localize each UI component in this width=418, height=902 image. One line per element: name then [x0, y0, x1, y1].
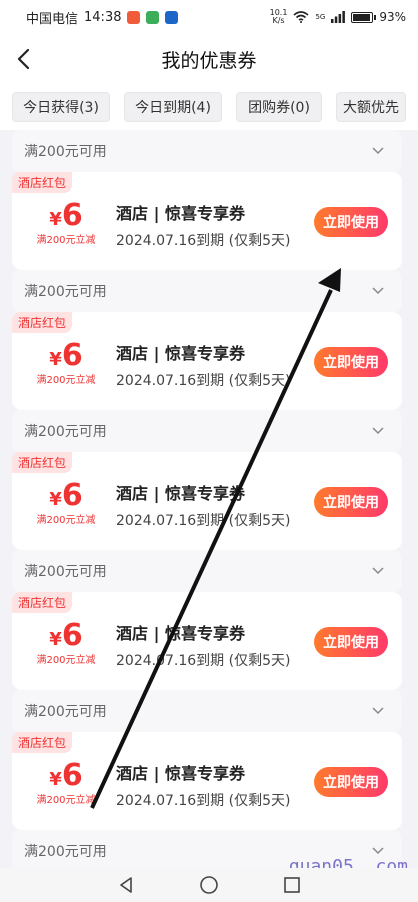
system-nav-bar — [0, 868, 418, 902]
status-bar: 中国电信 14:38 10.1 K/s 5G 93% — [0, 0, 418, 34]
coupon-list: 满200元可用 酒店红包 ¥6 满200元立减 酒店 | 惊喜专享券 2024.… — [12, 130, 402, 872]
currency-symbol: ¥ — [49, 209, 62, 230]
carrier-label: 中国电信 — [26, 11, 79, 27]
coupon-title: 酒店 | 惊喜专享券 — [116, 344, 245, 363]
wifi-icon — [293, 11, 309, 23]
coupon-amount: ¥6 满200元立减 — [26, 198, 106, 246]
filter-chip-today-expiring[interactable]: 今日到期(4) — [124, 92, 222, 122]
coupon-condition: 满200元立减 — [36, 655, 96, 666]
filter-chip-large-first[interactable]: 大额优先 — [336, 92, 406, 122]
coupon-amount: ¥6 满200元立减 — [26, 618, 106, 666]
coupon-amount: ¥6 满200元立减 — [26, 338, 106, 386]
status-left: 中国电信 14:38 — [26, 8, 179, 27]
filter-chip-today-received[interactable]: 今日获得(3) — [12, 92, 110, 122]
coupon-value: 6 — [61, 758, 83, 793]
coupon-expire: 2024.07.16到期 (仅剩5天) — [116, 793, 291, 809]
limit-row[interactable]: 满200元可用 — [12, 690, 402, 732]
status-right: 10.1 K/s 5G 93% — [270, 9, 406, 25]
chevron-down-icon — [372, 567, 384, 575]
limit-row[interactable]: 满200元可用 — [12, 410, 402, 452]
coupon-condition: 满200元立减 — [36, 795, 96, 806]
coupon-tag: 酒店红包 — [12, 312, 73, 333]
coupon-tag: 酒店红包 — [12, 592, 73, 613]
limit-row[interactable]: 满200元可用 — [12, 550, 402, 592]
coupon-title: 酒店 | 惊喜专享券 — [116, 764, 245, 783]
limit-row[interactable]: 满200元可用 — [12, 130, 402, 172]
limit-label: 满200元可用 — [24, 844, 107, 860]
coupon-condition: 满200元立减 — [36, 235, 96, 246]
chevron-down-icon — [372, 427, 384, 435]
limit-label: 满200元可用 — [24, 564, 107, 580]
signal-icon — [331, 11, 346, 23]
coupon-title: 酒店 | 惊喜专享券 — [116, 624, 245, 643]
coupon-expire: 2024.07.16到期 (仅剩5天) — [116, 233, 291, 249]
coupon-amount: ¥6 满200元立减 — [26, 478, 106, 526]
use-now-button[interactable]: 立即使用 — [314, 487, 388, 517]
coupon-condition: 满200元立减 — [36, 515, 96, 526]
app-notification-icon — [127, 10, 141, 24]
coupon-card: 酒店红包 ¥6 满200元立减 酒店 | 惊喜专享券 2024.07.16到期 … — [12, 732, 402, 830]
use-now-button[interactable]: 立即使用 — [314, 627, 388, 657]
coupon-value: 6 — [61, 338, 83, 373]
limit-label: 满200元可用 — [24, 284, 107, 300]
use-now-button[interactable]: 立即使用 — [314, 347, 388, 377]
coupon-condition: 满200元立减 — [36, 375, 96, 386]
coupon-amount: ¥6 满200元立减 — [26, 758, 106, 806]
coupon-title: 酒店 | 惊喜专享券 — [116, 204, 245, 223]
clock-time: 14:38 — [84, 9, 122, 25]
home-circle-icon[interactable] — [199, 875, 219, 895]
coupon-card: 酒店红包 ¥6 满200元立减 酒店 | 惊喜专享券 2024.07.16到期 … — [12, 312, 402, 410]
currency-symbol: ¥ — [49, 769, 62, 790]
coupon-value: 6 — [61, 198, 83, 233]
chevron-down-icon — [372, 287, 384, 295]
coupon-card: 酒店红包 ¥6 满200元立减 酒店 | 惊喜专享券 2024.07.16到期 … — [12, 172, 402, 270]
coupon-card: 酒店红包 ¥6 满200元立减 酒店 | 惊喜专享券 2024.07.16到期 … — [12, 452, 402, 550]
chevron-down-icon — [372, 147, 384, 155]
coupon-tag: 酒店红包 — [12, 452, 73, 473]
app-notification-icon — [165, 10, 179, 24]
coupon-tag: 酒店红包 — [12, 732, 73, 753]
network-type-label: 5G — [315, 13, 326, 21]
app-notification-icon — [146, 10, 160, 24]
chevron-left-icon[interactable] — [10, 45, 38, 73]
coupon-expire: 2024.07.16到期 (仅剩5天) — [116, 513, 291, 529]
coupon-expire: 2024.07.16到期 (仅剩5天) — [116, 653, 291, 669]
back-triangle-icon[interactable] — [117, 876, 135, 894]
chevron-down-icon — [372, 707, 384, 715]
limit-label: 满200元可用 — [24, 144, 107, 160]
chevron-down-icon — [372, 847, 384, 855]
currency-symbol: ¥ — [49, 489, 62, 510]
coupon-value: 6 — [61, 478, 83, 513]
coupon-expire: 2024.07.16到期 (仅剩5天) — [116, 373, 291, 389]
currency-symbol: ¥ — [49, 349, 62, 370]
limit-label: 满200元可用 — [24, 424, 107, 440]
coupon-title: 酒店 | 惊喜专享券 — [116, 484, 245, 503]
coupon-card: 酒店红包 ¥6 满200元立减 酒店 | 惊喜专享券 2024.07.16到期 … — [12, 592, 402, 690]
coupon-tag: 酒店红包 — [12, 172, 73, 193]
page-title: 我的优惠券 — [161, 49, 257, 72]
battery-percent: 93% — [379, 10, 406, 24]
currency-symbol: ¥ — [49, 629, 62, 650]
limit-label: 满200元可用 — [24, 704, 107, 720]
use-now-button[interactable]: 立即使用 — [314, 207, 388, 237]
coupon-value: 6 — [61, 618, 83, 653]
filter-chip-group-buy[interactable]: 团购券(0) — [236, 92, 322, 122]
filter-bar: 今日获得(3) 今日到期(4) 团购券(0) 大额优先 — [0, 84, 418, 130]
limit-row[interactable]: 满200元可用 — [12, 270, 402, 312]
use-now-button[interactable]: 立即使用 — [314, 767, 388, 797]
network-speed-unit: K/s — [272, 16, 285, 25]
battery-icon — [351, 11, 377, 23]
network-speed: 10.1 K/s — [270, 9, 288, 25]
recents-square-icon[interactable] — [283, 876, 301, 894]
nav-bar: 我的优惠券 — [0, 34, 418, 84]
